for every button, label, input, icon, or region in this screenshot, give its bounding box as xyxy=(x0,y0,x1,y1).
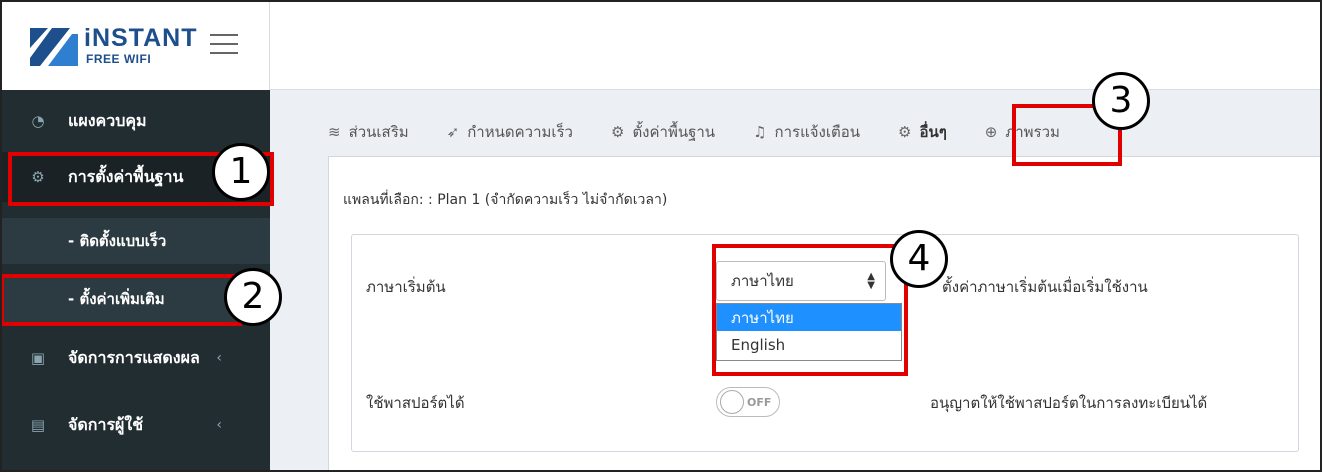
user-card-icon: ▤ xyxy=(30,416,46,434)
logo-subtitle: FREE WIFI xyxy=(86,52,152,66)
image-icon: ▣ xyxy=(30,349,46,367)
sidebar-item-label: - ติดตั้งแบบเร็ว xyxy=(68,232,167,250)
gear-icon: ⚙ xyxy=(610,123,625,141)
settings-box: ภาษาเริ่มต้น ภาษาไทย ▲ ▼ ภาษาไทย English … xyxy=(351,234,1299,452)
tab-label: ส่วนเสริม xyxy=(348,123,409,141)
tab-addons[interactable]: ≋ ส่วนเสริม xyxy=(328,120,409,144)
globe-icon: ⊕ xyxy=(984,123,998,141)
sidebar-item-label: การตั้งค่าพื้นฐาน xyxy=(68,166,184,186)
tab-panel: แพลนที่เลือก: : Plan 1 (จำกัดความเร็ว ไม… xyxy=(328,156,1320,470)
passport-toggle[interactable]: OFF xyxy=(716,387,780,417)
toggle-state: OFF xyxy=(747,396,772,409)
language-select[interactable]: ภาษาไทย ▲ ▼ xyxy=(716,261,886,301)
language-label: ภาษาเริ่มต้น xyxy=(366,278,446,296)
step-number-1: 1 xyxy=(212,143,270,201)
sidebar-item-label: แผงควบคุม xyxy=(68,110,147,130)
layers-icon: ≋ xyxy=(328,123,341,141)
logo-text: iNSTANT xyxy=(84,24,198,52)
hamburger-icon[interactable] xyxy=(210,34,238,56)
rocket-icon: ➶ xyxy=(446,123,460,141)
tab-basic-settings[interactable]: ⚙ ตั้งค่าพื้นฐาน xyxy=(611,120,715,144)
sidebar-item-quick-setup[interactable]: - ติดตั้งแบบเร็ว xyxy=(2,218,270,264)
chevron-left-icon: ‹ xyxy=(216,417,222,433)
tab-label: อื่นๆ xyxy=(919,123,947,141)
selected-plan: แพลนที่เลือก: : Plan 1 (จำกัดความเร็ว ไม… xyxy=(343,192,668,208)
logo-mark-icon xyxy=(30,28,78,66)
language-help: ตั้งค่าภาษาเริ่มต้นเมื่อเริ่มใช้งาน xyxy=(942,278,1148,296)
tab-label: การแจ้งเตือน xyxy=(774,123,860,141)
main-content: ≋ ส่วนเสริม ➶ กำหนดความเร็ว ⚙ ตั้งค่าพื้… xyxy=(270,90,1320,470)
bell-icon: ♫ xyxy=(753,123,767,141)
app-window: iNSTANT FREE WIFI ◔ แผงควบคุม ⚙ การตั้งค… xyxy=(0,0,1322,472)
tab-label: กำหนดความเร็ว xyxy=(467,123,573,141)
step-number-2: 2 xyxy=(224,268,282,326)
step-number-4: 4 xyxy=(890,230,948,288)
tab-notifications[interactable]: ♫ การแจ้งเตือน xyxy=(753,120,860,144)
sidebar-item-display[interactable]: ▣ จัดการการแสดงผล ‹ xyxy=(2,333,270,383)
passport-help: อนุญาตให้ใช้พาสปอร์ตในการลงทะเบียนได้ xyxy=(930,394,1208,412)
gears-icon: ⚙ xyxy=(898,123,912,141)
sidebar-item-label: จัดการการแสดงผล xyxy=(68,347,200,367)
sidebar-item-users[interactable]: ▤ จัดการผู้ใช้ ‹ xyxy=(2,400,270,450)
chevron-left-icon: ‹ xyxy=(216,350,222,366)
language-option-thai[interactable]: ภาษาไทย xyxy=(717,304,901,331)
language-option-english[interactable]: English xyxy=(717,331,901,358)
tab-speed[interactable]: ➶ กำหนดความเร็ว xyxy=(447,120,573,144)
sidebar-item-label: - ตั้งค่าเพิ่มเติม xyxy=(68,290,165,308)
gear-icon: ⚙ xyxy=(31,168,45,186)
language-dropdown: ภาษาไทย English xyxy=(716,303,902,361)
sidebar-item-dashboard[interactable]: ◔ แผงควบคุม xyxy=(2,96,270,146)
toggle-knob xyxy=(720,390,744,414)
passport-label: ใช้พาสปอร์ตได้ xyxy=(366,394,465,412)
tab-overview[interactable]: ⊕ ภาพรวม xyxy=(985,120,1060,144)
sidebar-item-label: จัดการผู้ใช้ xyxy=(68,414,144,434)
tab-bar: ≋ ส่วนเสริม ➶ กำหนดความเร็ว ⚙ ตั้งค่าพื้… xyxy=(328,112,1098,152)
step-number-3: 3 xyxy=(1092,72,1150,130)
dashboard-icon: ◔ xyxy=(31,112,45,130)
tab-label: ตั้งค่าพื้นฐาน xyxy=(632,123,716,141)
language-select-value: ภาษาไทย xyxy=(731,272,794,290)
tab-others[interactable]: ⚙ อื่นๆ xyxy=(898,120,947,144)
tab-label: ภาพรวม xyxy=(1005,123,1060,141)
select-arrows-icon: ▲ ▼ xyxy=(867,271,875,291)
